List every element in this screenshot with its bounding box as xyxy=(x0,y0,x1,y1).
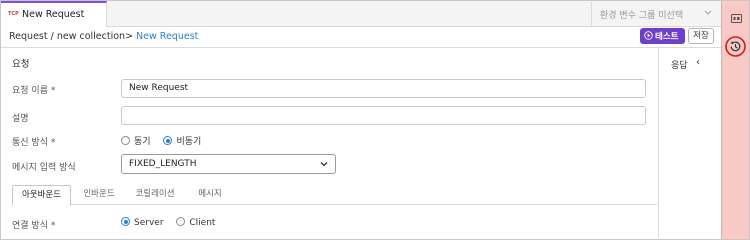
right-sidebar xyxy=(721,1,749,239)
variables-icon[interactable] xyxy=(731,14,742,23)
test-button[interactable]: 테스트 xyxy=(640,28,685,44)
description-input[interactable] xyxy=(121,106,646,125)
chevron-down-icon xyxy=(320,162,328,167)
required-mark: * xyxy=(50,221,56,231)
message-input-label: 메시지 입력 방식 xyxy=(12,163,76,173)
tab-new-request[interactable]: TCP New Request xyxy=(1,1,107,27)
radio-client[interactable]: Client xyxy=(176,217,215,228)
chevron-left-icon[interactable]: ‹ xyxy=(696,57,700,68)
request-name-input[interactable]: New Request xyxy=(121,79,646,98)
radio-async-label: 비동기 xyxy=(176,137,202,147)
required-mark: * xyxy=(50,138,56,148)
radio-server-label: Server xyxy=(134,218,164,228)
radio-button-selected[interactable] xyxy=(163,136,173,145)
header-divider xyxy=(1,47,721,48)
communication-label: 통신 방식 * xyxy=(12,135,55,148)
tab-message[interactable]: 메시지 xyxy=(189,185,231,205)
chevron-down-icon xyxy=(704,10,712,15)
connection-label: 연결 방식 * xyxy=(12,218,55,231)
tab-inbound[interactable]: 인바운드 xyxy=(74,185,124,205)
tab-correlation[interactable]: 코릴레이션 xyxy=(129,185,181,205)
message-input-select[interactable]: FIXED_LENGTH xyxy=(121,154,336,174)
required-mark: * xyxy=(50,86,56,96)
section-title: 요청 xyxy=(12,59,30,70)
response-label: 응답 xyxy=(671,61,688,71)
radio-sync[interactable]: 동기 xyxy=(121,134,151,147)
save-button[interactable]: 저장 xyxy=(688,28,714,44)
connection-label-text: 연결 방식 xyxy=(12,221,48,231)
radio-server[interactable]: Server xyxy=(121,217,164,228)
radio-sync-label: 동기 xyxy=(134,137,151,147)
request-name-label-text: 요청 이름 xyxy=(12,86,48,96)
request-name-label: 요청 이름 * xyxy=(12,83,55,96)
tab-outbound[interactable]: 아웃바운드 xyxy=(12,185,71,206)
breadcrumb: Request / new collection> New Request xyxy=(9,31,198,42)
panel-divider xyxy=(658,48,659,238)
breadcrumb-current[interactable]: New Request xyxy=(136,31,198,42)
connection-radio-group: Server Client xyxy=(121,217,225,228)
history-icon[interactable] xyxy=(725,36,746,57)
sub-tab-bar: 아웃바운드 인바운드 코릴레이션 메시지 xyxy=(12,185,657,206)
tcp-badge-icon: TCP xyxy=(8,11,19,17)
radio-button[interactable] xyxy=(121,136,130,145)
communication-radio-group: 동기 비동기 xyxy=(121,134,211,147)
radio-client-label: Client xyxy=(189,218,216,228)
description-label: 설명 xyxy=(12,114,29,124)
message-input-select-value: FIXED_LENGTH xyxy=(129,159,197,169)
radio-button[interactable] xyxy=(176,217,186,226)
communication-label-text: 통신 방식 xyxy=(12,138,48,148)
environment-select-value: 환경 변수 그룹 미선택 xyxy=(600,11,684,21)
breadcrumb-path: Request / new collection> xyxy=(9,31,137,42)
test-button-label: 테스트 xyxy=(655,32,679,42)
radio-async[interactable]: 비동기 xyxy=(163,134,201,147)
tab-bar: TCP New Request 환경 변수 그룹 미선택 xyxy=(1,1,721,27)
tab-title: New Request xyxy=(22,9,85,20)
play-icon xyxy=(644,31,653,40)
radio-button-selected[interactable] xyxy=(121,217,130,226)
environment-select[interactable]: 환경 변수 그룹 미선택 xyxy=(591,2,721,26)
